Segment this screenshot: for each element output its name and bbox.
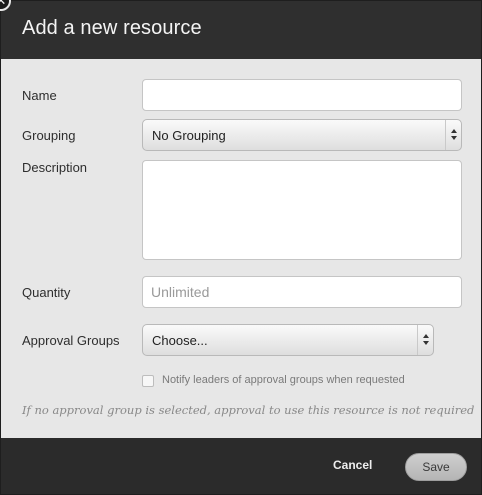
dialog-title: Add a new resource	[22, 17, 202, 39]
name-input[interactable]	[142, 79, 462, 111]
approval-groups-select[interactable]: Choose...	[142, 324, 434, 356]
approval-groups-label: Approval Groups	[22, 333, 120, 348]
add-resource-dialog: Add a new resource Name Grouping No Grou…	[0, 0, 482, 495]
quantity-input[interactable]	[142, 276, 462, 308]
grouping-label: Grouping	[22, 128, 76, 143]
approval-groups-select-value: Choose...	[152, 333, 208, 348]
description-label: Description	[22, 160, 88, 175]
approval-note: If no approval group is selected, approv…	[22, 403, 475, 417]
dialog-footer: Cancel Save	[1, 438, 481, 494]
description-textarea[interactable]	[142, 160, 462, 260]
notify-checkbox[interactable]	[142, 375, 154, 387]
save-button[interactable]: Save	[405, 453, 467, 481]
dialog-header: Add a new resource	[1, 1, 481, 59]
select-arrows-icon	[445, 120, 461, 150]
cancel-button[interactable]: Cancel	[333, 458, 372, 472]
select-arrows-icon	[417, 325, 433, 355]
grouping-select-value: No Grouping	[152, 128, 226, 143]
quantity-label: Quantity	[22, 285, 71, 300]
grouping-select[interactable]: No Grouping	[142, 119, 462, 151]
notify-checkbox-label: Notify leaders of approval groups when r…	[162, 374, 405, 386]
name-label: Name	[22, 88, 57, 103]
